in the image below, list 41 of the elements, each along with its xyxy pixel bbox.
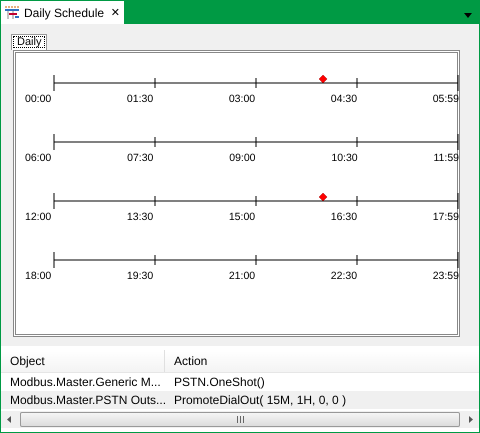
horizontal-scrollbar[interactable] — [1, 411, 479, 428]
time-label: 07:30 — [127, 152, 154, 164]
time-label: 04:30 — [330, 93, 358, 105]
time-label: 09:00 — [229, 152, 256, 164]
time-label: 21:00 — [228, 270, 256, 282]
document-tab[interactable]: Daily Schedule ✕ — [1, 1, 124, 24]
time-label: 03:00 — [228, 93, 256, 105]
time-label: 23:59 — [432, 270, 459, 282]
event-marker[interactable] — [318, 192, 328, 202]
grip-icon — [236, 416, 244, 423]
scroll-left-icon[interactable] — [7, 416, 11, 423]
time-label: 16:30 — [330, 211, 358, 223]
table-cell-text: PromoteDialOut( 15M, 1H, 0, 0 ) — [173, 393, 346, 407]
table-cell-text: PSTN.OneShot() — [173, 375, 265, 389]
dropdown-arrow-icon[interactable] — [464, 12, 472, 18]
schedule-icon — [4, 6, 20, 20]
time-label: 12:00 — [25, 211, 52, 223]
scroll-thumb[interactable] — [20, 412, 460, 427]
time-label: 22:30 — [330, 270, 358, 282]
table-cell-text: Modbus.Master.Generic M... — [9, 375, 162, 389]
close-icon[interactable]: ✕ — [110, 6, 120, 19]
time-label: 01:30 — [126, 93, 154, 105]
time-label: 15:00 — [228, 211, 256, 223]
time-label: 06:00 — [25, 152, 52, 164]
daily-tab[interactable]: Daily — [11, 34, 48, 50]
time-label: 10:30 — [331, 152, 358, 164]
time-label: 19:30 — [126, 270, 154, 282]
column-header[interactable]: Action — [165, 350, 208, 372]
time-label: 18:00 — [25, 270, 52, 282]
table-row[interactable]: Modbus.Master.PSTN Outs... PromoteDialOut( 15M, 1H, 0, 0 ) — [1, 391, 479, 409]
event-marker[interactable] — [318, 74, 328, 84]
time-label: 13:30 — [126, 211, 154, 223]
table-row[interactable]: Modbus.Master.Generic M... PSTN.OneShot() — [1, 373, 479, 391]
column-header[interactable]: Object — [1, 350, 165, 372]
time-label: 00:00 — [25, 93, 52, 105]
time-label: 11:59 — [434, 152, 459, 164]
scroll-right-icon[interactable] — [469, 416, 473, 423]
time-label: 05:59 — [432, 93, 459, 105]
table-cell-text: Modbus.Master.PSTN Outs... — [9, 393, 165, 407]
time-label: 17:59 — [432, 211, 459, 223]
document-title: Daily Schedule — [24, 6, 104, 20]
